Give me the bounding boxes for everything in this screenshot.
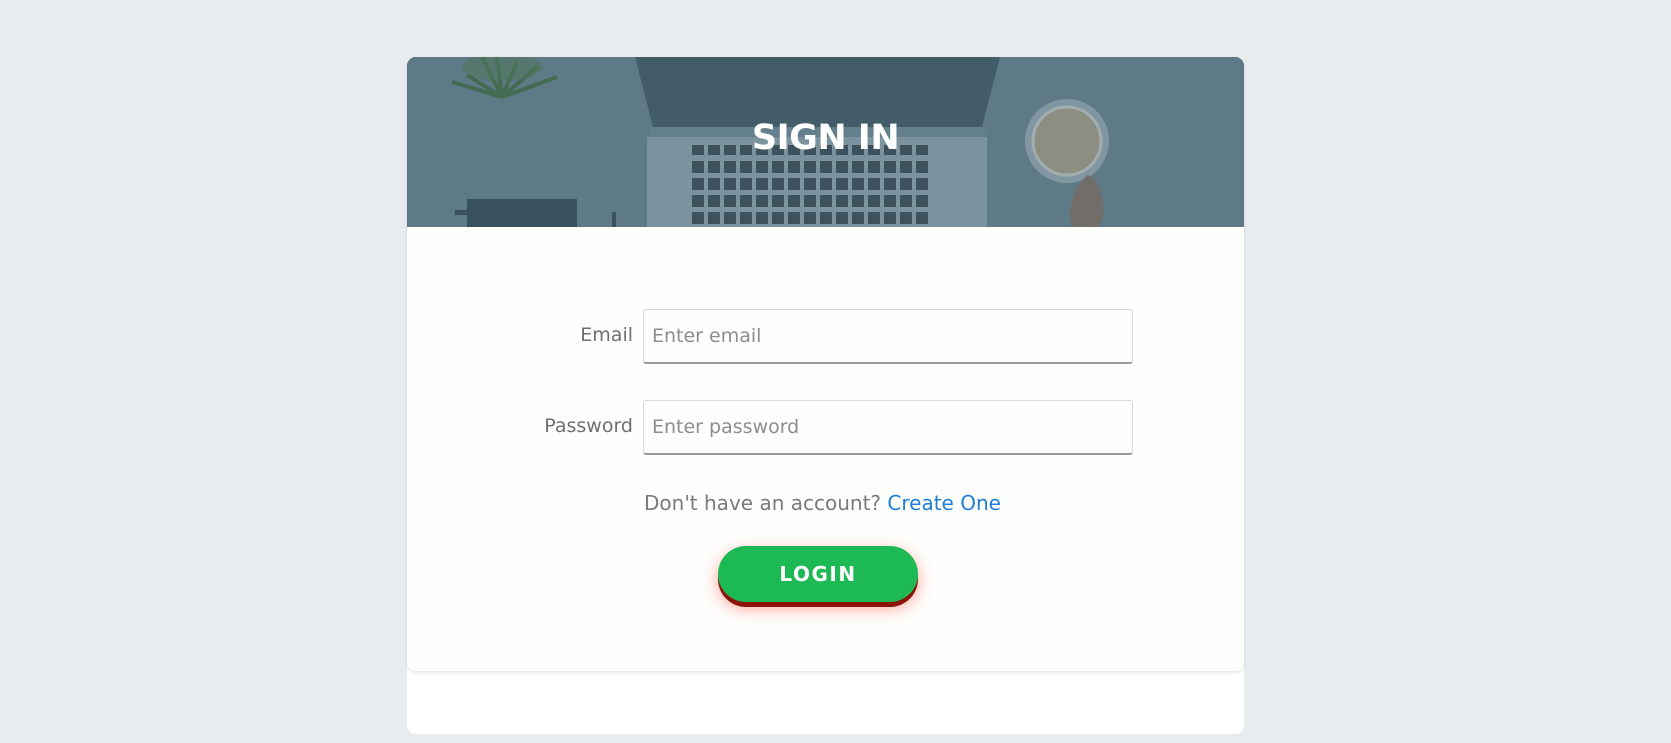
signup-prompt-text: Don't have an account? — [644, 491, 882, 515]
email-field[interactable] — [643, 309, 1133, 364]
page-title: SIGN IN — [751, 118, 900, 158]
login-button[interactable]: LOGIN — [718, 546, 918, 602]
signup-prompt-line: Don't have an account? Create One — [644, 491, 1001, 515]
password-field[interactable] — [643, 400, 1133, 455]
signin-card: SIGN IN Email Password Don't have an acc… — [407, 57, 1244, 671]
password-label: Password — [544, 415, 633, 437]
create-account-link[interactable]: Create One — [887, 491, 1001, 515]
email-label: Email — [580, 324, 633, 346]
hero-banner: SIGN IN — [407, 57, 1244, 227]
